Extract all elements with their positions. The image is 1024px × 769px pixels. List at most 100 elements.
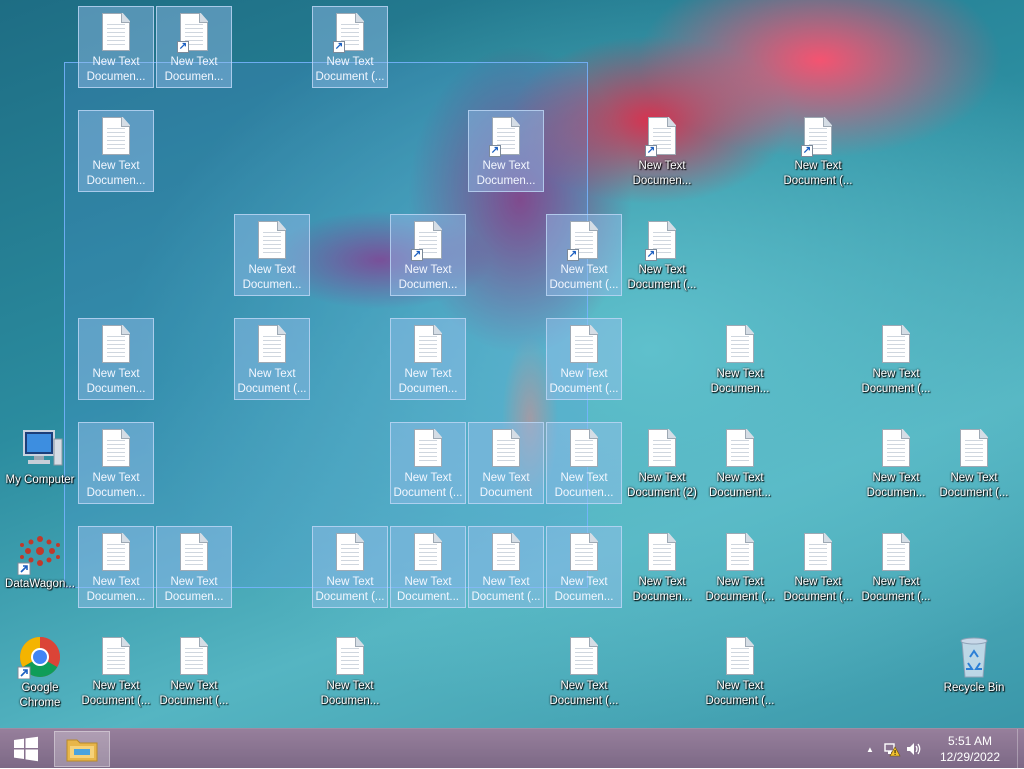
text-document-label: New Text Documen... [86, 576, 146, 603]
text-document-icon-item[interactable]: New Text Documen... [234, 214, 310, 296]
text-document-label: New Text Document (... [315, 56, 385, 83]
text-document-icon-item[interactable]: New Text Documen... [312, 630, 388, 712]
text-document-label: New Text Document (... [549, 680, 619, 707]
text-document-icon-item[interactable]: New Text Document (... [468, 526, 544, 608]
text-document-label: New Text Documen... [632, 160, 692, 187]
text-document-icon: ↗ [411, 221, 445, 261]
recycle-bin-icon [950, 635, 998, 679]
text-document-icon [255, 325, 289, 365]
text-document-icon-item[interactable]: New Text Document (... [702, 526, 778, 608]
text-document-icon-item[interactable]: New Text Document (... [546, 318, 622, 400]
text-document-icon [99, 429, 133, 469]
text-document-label: New Text Documen... [710, 368, 770, 395]
text-document-icon-item[interactable]: New Text Documen... [78, 526, 154, 608]
computer-icon [16, 427, 64, 471]
text-document-label: New Text Documen... [476, 160, 536, 187]
text-document-label: New Text Documen... [554, 472, 614, 499]
text-document-icon [489, 533, 523, 573]
text-document-icon-item[interactable]: New Text Document (... [546, 630, 622, 712]
text-document-icon-item[interactable]: New Text Document (... [858, 526, 934, 608]
text-document-icon-item[interactable]: New Text Documen... [624, 526, 700, 608]
text-document-icon-item[interactable]: New Text Documen... [390, 318, 466, 400]
text-document-icon-item[interactable]: ↗ New Text Documen... [624, 110, 700, 192]
text-document-icon [99, 637, 133, 677]
google-chrome-label: Google Chrome [19, 682, 61, 709]
text-document-icon-item[interactable]: New Text Document (2) [624, 422, 700, 504]
text-document-icon [255, 221, 289, 261]
text-document-icon-item[interactable]: New Text Document (... [936, 422, 1012, 504]
text-document-icon-item[interactable]: New Text Document (... [234, 318, 310, 400]
text-document-label: New Text Document (... [549, 264, 619, 291]
recycle-bin[interactable]: Recycle Bin [936, 630, 1012, 712]
text-document-label: New Text Document (... [471, 576, 541, 603]
google-chrome-shortcut[interactable]: Google Chrome [2, 630, 78, 712]
text-document-icon [957, 429, 991, 469]
text-document-icon-item[interactable]: New Text Documen... [78, 6, 154, 88]
text-document-label: New Text Documen... [86, 160, 146, 187]
text-document-icon-item[interactable]: New Text Document (... [78, 630, 154, 712]
my-computer-shortcut[interactable]: My Computer [2, 422, 78, 504]
text-document-icon [879, 533, 913, 573]
text-document-label: New Text Document (... [159, 680, 229, 707]
text-document-icon [801, 533, 835, 573]
system-tray: ▲ 5:51 AM 12/29/2022 [859, 729, 1024, 769]
text-document-icon-item[interactable]: ↗ New Text Documen... [390, 214, 466, 296]
text-document-icon-item[interactable]: New Text Document (... [312, 526, 388, 608]
my-computer-label: My Computer [5, 474, 75, 486]
text-document-label: New Text Document (... [705, 576, 775, 603]
text-document-icon-item[interactable]: ↗ New Text Document (... [546, 214, 622, 296]
text-document-icon-item[interactable]: New Text Document (... [390, 422, 466, 504]
text-document-icon-item[interactable]: ↗ New Text Documen... [156, 6, 232, 88]
text-document-icon-item[interactable]: ↗ New Text Document (... [780, 110, 856, 192]
text-document-label: New Text Document [479, 472, 533, 499]
text-document-icon-item[interactable]: New Text Document (... [702, 630, 778, 712]
taskbar-clock[interactable]: 5:51 AM 12/29/2022 [925, 733, 1015, 765]
text-document-label: New Text Document (... [81, 680, 151, 707]
show-desktop-button[interactable] [1017, 729, 1024, 769]
text-document-icon-item[interactable]: New Text Documen... [78, 422, 154, 504]
text-document-icon-item[interactable]: New Text Document (... [780, 526, 856, 608]
show-hidden-icons-button[interactable]: ▲ [859, 737, 881, 761]
text-document-label: New Text Document (... [549, 368, 619, 395]
text-document-icon-item[interactable]: New Text Documen... [546, 422, 622, 504]
text-document-icon-item[interactable]: New Text Documen... [156, 526, 232, 608]
text-document-label: New Text Document (... [627, 264, 697, 291]
text-document-label: New Text Documen... [86, 368, 146, 395]
text-document-icon [99, 325, 133, 365]
text-document-icon-item[interactable]: New Text Document [468, 422, 544, 504]
datawagon-shortcut[interactable]: DataWagon... [2, 526, 78, 608]
text-document-label: New Text Documen... [164, 576, 224, 603]
text-document-icon-item[interactable]: New Text Document... [702, 422, 778, 504]
datawagon-icon [16, 531, 64, 576]
text-document-icon-item[interactable]: ↗ New Text Documen... [468, 110, 544, 192]
text-document-icon-item[interactable]: ↗ New Text Document (... [312, 6, 388, 88]
chrome-icon [16, 635, 64, 680]
text-document-icon-item[interactable]: New Text Documen... [546, 526, 622, 608]
text-document-icon [99, 117, 133, 157]
start-button[interactable] [6, 733, 46, 765]
text-document-icon [177, 533, 211, 573]
text-document-icon [333, 533, 367, 573]
text-document-icon: ↗ [567, 221, 601, 261]
file-explorer-taskbar-button[interactable] [54, 731, 110, 767]
text-document-icon-item[interactable]: New Text Documen... [78, 318, 154, 400]
windows-logo-icon [14, 736, 38, 762]
text-document-icon-item[interactable]: New Text Documen... [78, 110, 154, 192]
text-document-label: New Text Documen... [398, 264, 458, 291]
desktop[interactable]: New Text Documen... ↗ New Text Documen... ↗… [0, 0, 1024, 728]
text-document-icon: ↗ [489, 117, 523, 157]
text-document-icon [645, 533, 679, 573]
network-warning-icon[interactable] [881, 737, 903, 761]
datawagon-label: DataWagon... [5, 578, 75, 590]
text-document-label: New Text Documen... [320, 680, 380, 707]
text-document-icon-item[interactable]: New Text Document (... [156, 630, 232, 712]
text-document-label: New Text Document (... [393, 472, 463, 499]
text-document-icon-item[interactable]: ↗ New Text Document (... [624, 214, 700, 296]
text-document-label: New Text Documen... [86, 472, 146, 499]
volume-icon[interactable] [903, 737, 925, 761]
text-document-icon-item[interactable]: New Text Documen... [858, 422, 934, 504]
text-document-icon-item[interactable]: New Text Document (... [858, 318, 934, 400]
text-document-icon: ↗ [177, 13, 211, 53]
text-document-icon-item[interactable]: New Text Document... [390, 526, 466, 608]
text-document-icon-item[interactable]: New Text Documen... [702, 318, 778, 400]
